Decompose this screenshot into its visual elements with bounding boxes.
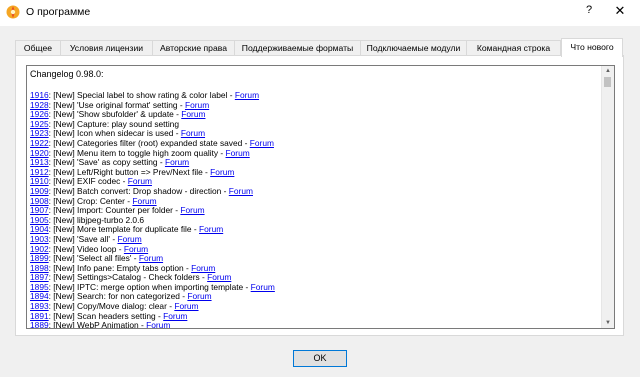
entry-text: : [New] Settings>Catalog - Check folders… [48, 272, 208, 283]
forum-link[interactable]: Forum [191, 263, 215, 273]
entry-text: : [New] 'Save' as copy setting - [48, 157, 165, 168]
entry-text: : [New] Scan headers setting - [48, 310, 164, 321]
entry-text: : [New] 'Save all' - [48, 233, 118, 244]
issue-link[interactable]: 1922 [30, 138, 49, 148]
issue-link[interactable]: 1895 [30, 282, 49, 292]
entry-text: : [New] libjpeg-turbo 2.0.6 [48, 214, 145, 225]
entry-text: : [New] 'Use original format' setting - [48, 99, 185, 110]
entry-text: : [New] IPTC: merge option when importin… [48, 281, 251, 292]
forum-link[interactable]: Forum [185, 100, 209, 110]
tab-supported-formats[interactable]: Поддерживаемые форматы [235, 40, 361, 56]
entry-text: : [New] Capture: play sound setting [48, 118, 179, 129]
issue-link[interactable]: 1897 [30, 272, 49, 282]
forum-link[interactable]: Forum [187, 291, 211, 302]
entry-text: : [New] Left/Right button => Prev/Next f… [48, 166, 211, 177]
issue-link[interactable]: 1899 [30, 253, 49, 263]
scroll-down-arrow-icon[interactable]: ▼ [602, 318, 614, 328]
changelog-header: Changelog 0.98.0: [30, 69, 104, 79]
issue-link[interactable]: 1898 [30, 263, 49, 273]
issue-link[interactable]: 1913 [30, 157, 49, 167]
changelog-content: Changelog 0.98.0: 1916: [New] Special la… [30, 69, 600, 329]
forum-link[interactable]: Forum [181, 128, 205, 139]
issue-link[interactable]: 1910 [30, 176, 49, 187]
forum-link[interactable]: Forum [165, 157, 189, 167]
issue-link[interactable]: 1908 [30, 196, 49, 206]
forum-link[interactable]: Forum [199, 224, 223, 235]
issue-link[interactable]: 1889 [30, 320, 49, 328]
entry-text: : [New] Import: Counter per folder - [48, 205, 181, 216]
scroll-up-arrow-icon[interactable]: ▲ [602, 66, 614, 76]
window-title: О программе [26, 6, 91, 18]
vertical-scrollbar[interactable]: ▲ ▼ [601, 66, 614, 328]
scrollbar-thumb[interactable] [604, 77, 611, 87]
issue-link[interactable]: 1912 [30, 167, 49, 177]
forum-link[interactable]: Forum [124, 244, 148, 254]
forum-link[interactable]: Forum [146, 320, 170, 328]
title-bar: О программе ? ✕ [0, 0, 640, 26]
entry-text: : [New] 'Show sbufolder' & update - [48, 109, 182, 120]
close-button[interactable]: ✕ [612, 3, 628, 21]
entry-text: : [New] Search: for non categorized - [48, 291, 188, 302]
issue-link[interactable]: 1893 [30, 301, 49, 311]
forum-link[interactable]: Forum [226, 148, 250, 158]
forum-link[interactable]: Forum [229, 186, 253, 196]
issue-link[interactable]: 1920 [30, 148, 49, 158]
tab-panel-whats-new: Changelog 0.98.0: 1916: [New] Special la… [15, 55, 624, 336]
entry-text: : [New] WebP Animation - [48, 320, 147, 329]
changelog-text-area[interactable]: Changelog 0.98.0: 1916: [New] Special la… [26, 65, 615, 329]
issue-link[interactable]: 1925 [30, 119, 49, 129]
forum-link[interactable]: Forum [210, 167, 234, 177]
forum-link[interactable]: Forum [163, 311, 187, 321]
tab-copyright[interactable]: Авторские права [153, 40, 235, 56]
issue-link[interactable]: 1923 [30, 128, 49, 139]
issue-link[interactable]: 1916 [30, 90, 49, 100]
entry-text: : [New] Video loop - [48, 243, 124, 254]
tab-plugins[interactable]: Подключаемые модули [361, 40, 467, 56]
issue-link[interactable]: 1894 [30, 291, 49, 302]
tab-license-terms[interactable]: Условия лицензии [61, 40, 153, 56]
app-icon [6, 5, 20, 19]
issue-link[interactable]: 1903 [30, 234, 49, 244]
forum-link[interactable]: Forum [181, 109, 205, 119]
entry-text: : [New] Categories filter (root) expande… [48, 137, 250, 148]
changelog-entry: 1889: [New] WebP Animation - Forum [30, 320, 600, 329]
forum-link[interactable]: Forum [250, 138, 274, 148]
entry-text: : [New] Info pane: Empty tabs option - [48, 262, 192, 273]
entry-text: : [New] 'Select all files' - [48, 253, 139, 264]
issue-link[interactable]: 1926 [30, 109, 49, 119]
entry-text: : [New] Icon when sidecar is used - [48, 128, 181, 139]
forum-link[interactable]: Forum [180, 205, 204, 215]
tab-strip: Общее Условия лицензии Авторские права П… [15, 38, 623, 57]
forum-link[interactable]: Forum [139, 253, 163, 263]
entry-text: : [New] More template for duplicate file… [48, 224, 199, 235]
issue-link[interactable]: 1905 [30, 215, 49, 225]
issue-link[interactable]: 1904 [30, 224, 49, 235]
forum-link[interactable]: Forum [207, 272, 231, 282]
forum-link[interactable]: Forum [174, 301, 198, 311]
help-button[interactable]: ? [582, 4, 596, 20]
tab-general[interactable]: Общее [15, 40, 61, 56]
entry-text: : [New] Crop: Center - [48, 195, 133, 206]
tab-command-line[interactable]: Командная строка [467, 40, 561, 56]
issue-link[interactable]: 1891 [30, 311, 49, 321]
forum-link[interactable]: Forum [128, 176, 152, 187]
entry-text: : [New] EXIF codec - [48, 176, 128, 187]
issue-link[interactable]: 1907 [30, 205, 49, 215]
issue-link[interactable]: 1909 [30, 186, 49, 196]
forum-link[interactable]: Forum [117, 234, 141, 244]
entry-text: : [New] Batch convert: Drop shadow - dir… [48, 185, 229, 196]
forum-link[interactable]: Forum [251, 282, 275, 292]
forum-link[interactable]: Forum [132, 196, 156, 206]
entry-text: : [New] Copy/Move dialog: clear - [48, 301, 175, 312]
issue-link[interactable]: 1902 [30, 244, 49, 254]
ok-button[interactable]: OK [293, 350, 347, 367]
entry-text: : [New] Menu item to toggle high zoom qu… [48, 147, 226, 158]
issue-link[interactable]: 1928 [30, 100, 49, 110]
tab-whats-new[interactable]: Что нового [561, 38, 623, 57]
forum-link[interactable]: Forum [235, 90, 259, 100]
entry-text: : [New] Special label to show rating & c… [48, 90, 235, 100]
